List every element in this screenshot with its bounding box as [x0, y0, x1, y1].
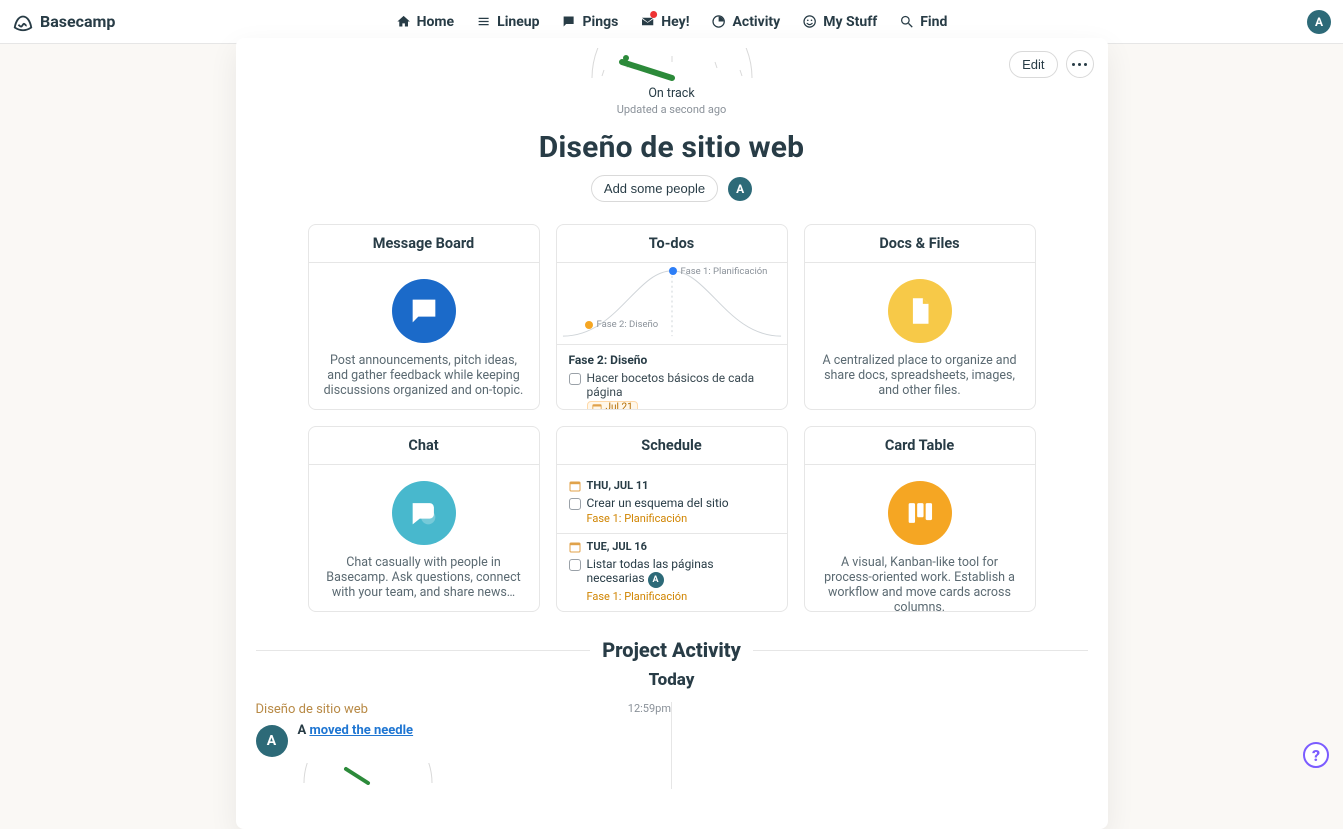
calendar-icon — [569, 480, 581, 492]
due-chip: Jul 21 — [587, 401, 638, 410]
activity-action-link[interactable]: moved the needle — [309, 723, 413, 738]
tile-chat[interactable]: Chat Chat casually with people in Baseca… — [308, 426, 540, 612]
tile-schedule[interactable]: Schedule THU, JUL 11 Crear un esquema del… — [556, 426, 788, 612]
activity-project: Diseño de sitio web — [256, 702, 652, 717]
nav-pings[interactable]: Pings — [562, 14, 619, 30]
pings-icon — [562, 14, 577, 29]
tile-todos[interactable]: To-dos Fase 1: Planificación Fase 2: Dis… — [556, 224, 788, 410]
message-icon — [392, 279, 456, 343]
tile-blurb: A visual, Kanban-like tool for process-o… — [824, 555, 1015, 612]
notify-dot-icon — [650, 11, 657, 18]
nav-activity[interactable]: Activity — [711, 14, 780, 30]
mystuff-icon — [802, 14, 817, 29]
tile-title: Docs & Files — [805, 225, 1035, 263]
add-people-button[interactable]: Add some people — [591, 175, 718, 202]
project-card: Edit On track Updated a second ago Diseñ… — [236, 38, 1108, 829]
nav-list: Home Lineup Pings Hey! Activity My Stuff Find — [396, 0, 948, 43]
activity-icon — [711, 14, 726, 29]
checkbox-icon[interactable] — [569, 559, 581, 571]
nav-find[interactable]: Find — [899, 14, 947, 30]
hill-chart: Fase 1: Planificación Fase 2: Diseño — [557, 263, 787, 345]
tile-title: Schedule — [557, 427, 787, 465]
nav-lineup[interactable]: Lineup — [476, 14, 539, 30]
hill-label-phase2: Fase 2: Diseño — [597, 319, 659, 330]
tile-docs-files[interactable]: Docs & Files A centralized place to orga… — [804, 224, 1036, 410]
find-icon — [899, 14, 914, 29]
avatar[interactable]: A — [1307, 10, 1331, 34]
nav-hey[interactable]: Hey! — [640, 14, 689, 30]
brand-logo[interactable]: Basecamp — [12, 11, 115, 33]
nav-label: Lineup — [497, 14, 539, 30]
avatar: A — [648, 572, 664, 588]
updated-text: Updated a second ago — [617, 103, 727, 116]
todo-item[interactable]: Hacer bocetos básicos de cada página — [569, 371, 775, 399]
tile-card-table[interactable]: Card Table A visual, Kanban-like tool fo… — [804, 426, 1036, 612]
home-icon — [396, 14, 411, 29]
todo-list-title: Fase 2: Diseño — [569, 353, 775, 367]
calendar-icon — [592, 403, 602, 411]
todo-text: Hacer bocetos básicos de cada página — [587, 371, 775, 399]
nav-label: Activity — [732, 14, 780, 30]
nav-label: Home — [417, 14, 454, 30]
schedule-item[interactable]: Listar todas las páginas necesarias A — [569, 557, 775, 588]
hill-label-phase1: Fase 1: Planificación — [681, 266, 768, 277]
activity-time: 12:59pm — [628, 702, 671, 715]
schedule-date: TUE, JUL 16 — [569, 540, 775, 553]
tile-blurb: Chat casually with people in Basecamp. A… — [326, 555, 520, 600]
nav-mystuff[interactable]: My Stuff — [802, 14, 877, 30]
tile-title: Card Table — [805, 427, 1035, 465]
lineup-icon — [476, 14, 491, 29]
nav-label: My Stuff — [823, 14, 877, 30]
basecamp-icon — [12, 11, 34, 33]
hill-dot-phase2 — [585, 321, 593, 329]
tile-blurb: Post announcements, pitch ideas, and gat… — [324, 353, 524, 398]
more-menu-button[interactable] — [1066, 50, 1094, 78]
tile-title: Message Board — [309, 225, 539, 263]
tile-blurb: A centralized place to organize and shar… — [822, 353, 1016, 398]
nav-label: Hey! — [661, 14, 689, 30]
help-button[interactable]: ? — [1303, 742, 1329, 768]
schedule-date: THU, JUL 11 — [569, 479, 775, 492]
kanban-icon — [888, 481, 952, 545]
calendar-icon — [569, 541, 581, 553]
brand-name: Basecamp — [40, 12, 115, 31]
chat-icon — [392, 481, 456, 545]
tile-title: To-dos — [557, 225, 787, 263]
schedule-item-meta: Fase 1: Planificación — [587, 512, 775, 525]
checkbox-icon[interactable] — [569, 373, 581, 385]
hill-dot-phase1 — [669, 267, 677, 275]
avatar: A — [256, 725, 288, 757]
edit-button[interactable]: Edit — [1009, 51, 1057, 78]
file-icon — [888, 279, 952, 343]
page-title: Diseño de sitio web — [236, 130, 1108, 165]
nav-home[interactable]: Home — [396, 14, 454, 30]
tile-title: Chat — [309, 427, 539, 465]
schedule-item[interactable]: Crear un esquema del sitio — [569, 496, 775, 510]
activity-today: Today — [256, 670, 1088, 690]
avatar[interactable]: A — [728, 177, 752, 201]
activity-entry[interactable]: A A moved the needle 12:59pm — [256, 723, 652, 757]
ellipsis-icon — [1072, 63, 1087, 66]
nav-right: A — [1307, 10, 1331, 34]
activity-heading: Project Activity — [256, 638, 1088, 662]
needle-gauge-icon — [582, 48, 762, 84]
status-text: On track — [648, 86, 694, 101]
checkbox-icon[interactable] — [569, 498, 581, 510]
schedule-item-meta: Fase 1: Planificación — [587, 590, 775, 603]
tile-message-board[interactable]: Message Board Post announcements, pitch … — [308, 224, 540, 410]
nav-label: Find — [920, 14, 947, 30]
nav-label: Pings — [583, 14, 619, 30]
